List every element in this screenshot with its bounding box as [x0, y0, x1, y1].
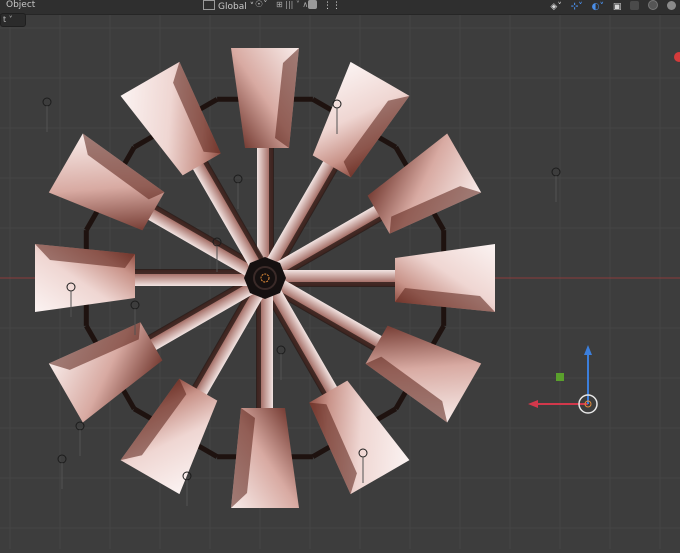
empty-marker: [233, 174, 243, 209]
secondary-dropdown[interactable]: t ˅: [0, 13, 26, 27]
solid-shading-icon[interactable]: [630, 1, 640, 10]
empty-marker: [551, 167, 561, 202]
empty-marker: [75, 421, 85, 456]
viewport-header: Object Global ˅ ☉˅ ⊞ ||| ˅ ∧ ⋮⋮ ◈˅ ⊹˅ ◐˅…: [0, 0, 680, 15]
gizmo-z-arrow: [584, 345, 592, 355]
blade-spoke-shadow: [269, 128, 274, 263]
viewport-canvas[interactable]: [0, 0, 680, 549]
orientation-label: Global: [218, 2, 247, 12]
transform-gizmo: [528, 345, 598, 414]
mode-label[interactable]: Object: [6, 0, 35, 12]
3d-viewport[interactable]: [0, 0, 680, 549]
transform-orientation-dropdown[interactable]: Global ˅: [203, 0, 254, 12]
xray-icon[interactable]: ▣: [613, 2, 622, 12]
select-icon[interactable]: ◈˅: [550, 2, 561, 12]
snap-icon[interactable]: ⊞ ||| ˅ ∧: [276, 0, 308, 12]
hub: [244, 257, 286, 299]
orientation-icon: [203, 0, 215, 10]
rendered-shading-icon[interactable]: [667, 1, 676, 10]
gizmo-icon[interactable]: ⊹˅: [571, 2, 583, 12]
snap-values: |||: [285, 0, 294, 9]
proportional-icon: [308, 0, 317, 9]
viewport-red-marker: [674, 52, 680, 62]
pivot-icon[interactable]: ☉˅: [255, 0, 268, 12]
gizmo-x-arrow: [528, 400, 538, 408]
blade-spoke-shadow: [280, 282, 415, 287]
gizmo-y-plane: [556, 373, 564, 381]
empty-marker: [42, 97, 52, 132]
empty-marker: [57, 454, 67, 489]
blade-spoke-shadow: [115, 269, 250, 274]
hub-octagon: [244, 257, 286, 299]
blade-spoke-shadow: [256, 293, 261, 428]
header-right-tools: ◈˅ ⊹˅ ◐˅ ▣: [544, 0, 676, 12]
material-shading-icon[interactable]: [648, 0, 659, 10]
overlay-icon[interactable]: ◐˅: [592, 2, 604, 12]
proportional-edit-button[interactable]: ⋮⋮: [308, 0, 341, 12]
empty-marker: [276, 345, 286, 380]
